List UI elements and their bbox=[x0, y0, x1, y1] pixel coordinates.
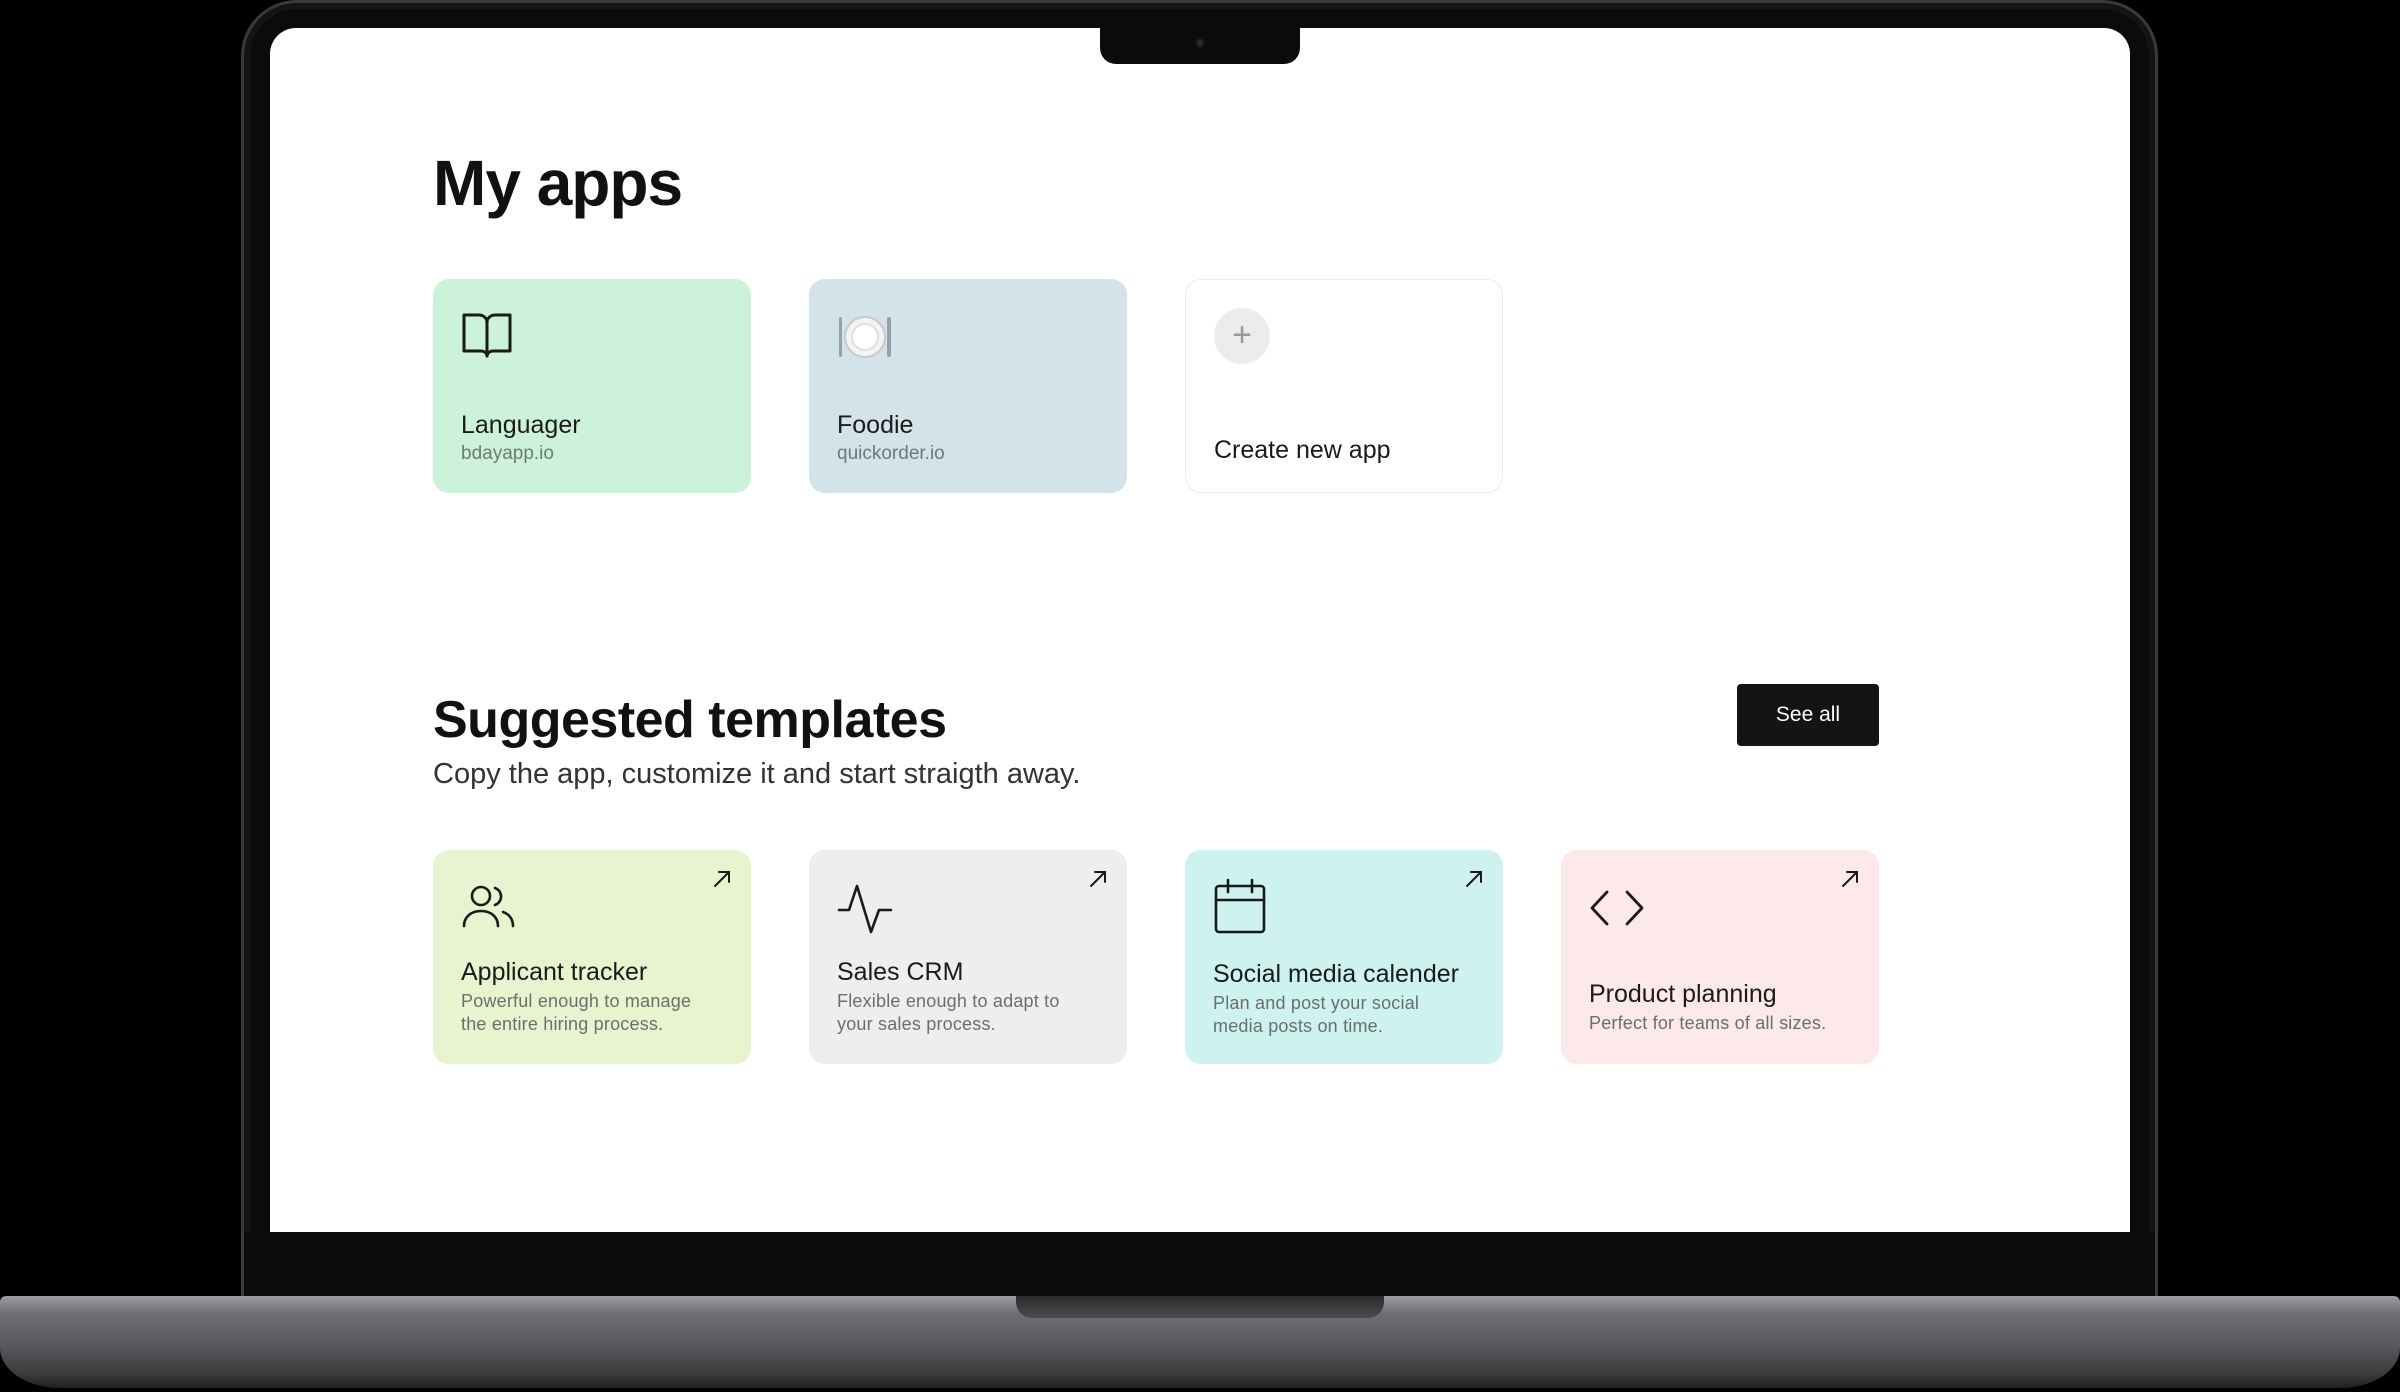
template-description: Flexible enough to adapt to your sales p… bbox=[837, 991, 1060, 1034]
section-subtitle: Copy the app, customize it and start str… bbox=[433, 758, 1081, 790]
app-card-foodie[interactable]: Foodie quickorder.io bbox=[809, 279, 1127, 493]
template-description: Perfect for teams of all sizes. bbox=[1589, 1013, 1827, 1033]
laptop-opening-notch bbox=[1016, 1296, 1384, 1318]
app-card-languager[interactable]: Languager bdayapp.io bbox=[433, 279, 751, 493]
plate-icon bbox=[839, 316, 891, 358]
camera-icon bbox=[1195, 38, 1205, 48]
template-name: Product planning bbox=[1589, 980, 1777, 1008]
arrow-up-right-icon bbox=[1090, 871, 1106, 887]
template-card-applicant-tracker[interactable]: Applicant tracker Powerful enough to man… bbox=[433, 850, 751, 1064]
book-icon bbox=[462, 313, 512, 358]
template-name: Sales CRM bbox=[837, 958, 964, 986]
calendar-icon bbox=[1214, 878, 1266, 934]
template-name: Social media calender bbox=[1213, 960, 1459, 988]
section-title: Suggested templates bbox=[433, 691, 947, 749]
users-icon bbox=[462, 885, 515, 928]
plus-icon: + bbox=[1214, 308, 1270, 364]
template-card-social-media-calender[interactable]: Social media calender Plan and post your… bbox=[1185, 850, 1503, 1064]
activity-icon bbox=[837, 884, 893, 934]
laptop-mockup: My apps Languager bdayapp.io Foodie quic… bbox=[0, 0, 2400, 1392]
arrow-up-right-icon bbox=[714, 871, 730, 887]
template-description: Powerful enough to manage the entire hir… bbox=[461, 991, 692, 1034]
arrow-up-right-icon bbox=[1842, 871, 1858, 887]
template-description: Plan and post your social media posts on… bbox=[1213, 993, 1420, 1036]
see-all-button[interactable]: See all bbox=[1737, 684, 1879, 746]
app-url: quickorder.io bbox=[837, 443, 945, 464]
create-new-app-label: Create new app bbox=[1214, 436, 1391, 464]
app-name: Languager bbox=[461, 411, 581, 439]
code-icon bbox=[1590, 890, 1644, 926]
create-new-app-card[interactable]: + Create new app bbox=[1185, 279, 1503, 493]
camera-notch bbox=[1100, 28, 1300, 64]
page-title: My apps bbox=[433, 147, 683, 219]
template-card-sales-crm[interactable]: Sales CRM Flexible enough to adapt to yo… bbox=[809, 850, 1127, 1064]
app-screen: My apps Languager bdayapp.io Foodie quic… bbox=[270, 28, 2130, 1232]
arrow-up-right-icon bbox=[1466, 871, 1482, 887]
app-name: Foodie bbox=[837, 411, 914, 439]
app-url: bdayapp.io bbox=[461, 443, 554, 464]
template-card-product-planning[interactable]: Product planning Perfect for teams of al… bbox=[1561, 850, 1879, 1064]
template-name: Applicant tracker bbox=[461, 958, 648, 986]
